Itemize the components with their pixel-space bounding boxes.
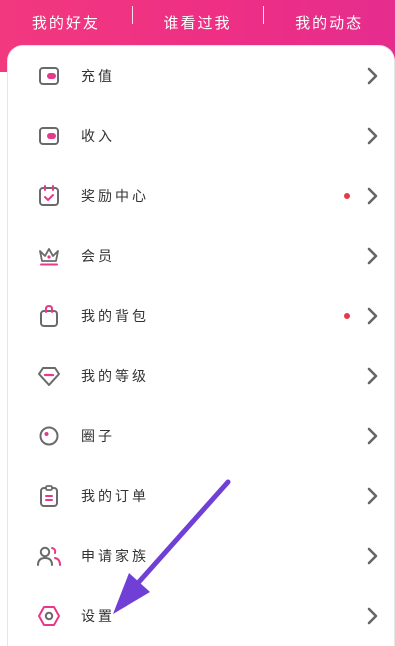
menu-item-orders[interactable]: 我的订单 <box>8 468 394 524</box>
menu-panel: 充值 收入 奖励中心 会员 我的背包 我的等级 圈子 我的订单 申请家族 设置 <box>7 45 395 646</box>
top-tabs: 我的好友 谁看过我 我的动态 <box>0 0 395 44</box>
menu-item-income[interactable]: 收入 <box>8 108 394 164</box>
menu-item-settings[interactable]: 设置 <box>8 588 394 644</box>
menu-item-family[interactable]: 申请家族 <box>8 528 394 584</box>
crown-icon <box>36 243 62 269</box>
wallet-icon <box>36 63 62 89</box>
settings-icon <box>36 603 62 629</box>
menu-item-recharge[interactable]: 充值 <box>8 48 394 104</box>
chevron-right-icon <box>367 307 378 325</box>
clipboard-icon <box>36 483 62 509</box>
users-icon <box>36 543 62 569</box>
notification-dot <box>344 313 350 319</box>
menu-item-label: 我的背包 <box>81 309 149 325</box>
menu-item-circle[interactable]: 圈子 <box>8 408 394 464</box>
notification-dot <box>344 193 350 199</box>
bag-icon <box>36 303 62 329</box>
menu-item-label: 圈子 <box>81 429 115 445</box>
chevron-right-icon <box>367 547 378 565</box>
tab-moments[interactable]: 我的动态 <box>263 0 395 44</box>
chevron-right-icon <box>367 67 378 85</box>
menu-item-label: 收入 <box>81 129 115 145</box>
income-wallet-icon <box>36 123 62 149</box>
menu-item-label: 设置 <box>81 609 115 625</box>
menu-item-label: 申请家族 <box>81 549 149 565</box>
chevron-right-icon <box>367 607 378 625</box>
calendar-check-icon <box>36 183 62 209</box>
circle-icon <box>36 423 62 449</box>
menu-item-label: 会员 <box>81 249 115 265</box>
menu-item-label: 充值 <box>81 69 115 85</box>
menu-item-rewards[interactable]: 奖励中心 <box>8 168 394 224</box>
chevron-right-icon <box>367 367 378 385</box>
chevron-right-icon <box>367 127 378 145</box>
chevron-right-icon <box>367 487 378 505</box>
menu-item-label: 奖励中心 <box>81 189 149 205</box>
menu-item-label: 我的订单 <box>81 489 149 505</box>
menu-item-vip[interactable]: 会员 <box>8 228 394 284</box>
tab-visitors[interactable]: 谁看过我 <box>131 0 264 44</box>
menu-item-level[interactable]: 我的等级 <box>8 348 394 404</box>
chevron-right-icon <box>367 187 378 205</box>
chevron-right-icon <box>367 427 378 445</box>
tab-friends[interactable]: 我的好友 <box>0 0 132 44</box>
diamond-icon <box>36 363 62 389</box>
chevron-right-icon <box>367 247 378 265</box>
menu-item-backpack[interactable]: 我的背包 <box>8 288 394 344</box>
menu-item-label: 我的等级 <box>81 369 149 385</box>
